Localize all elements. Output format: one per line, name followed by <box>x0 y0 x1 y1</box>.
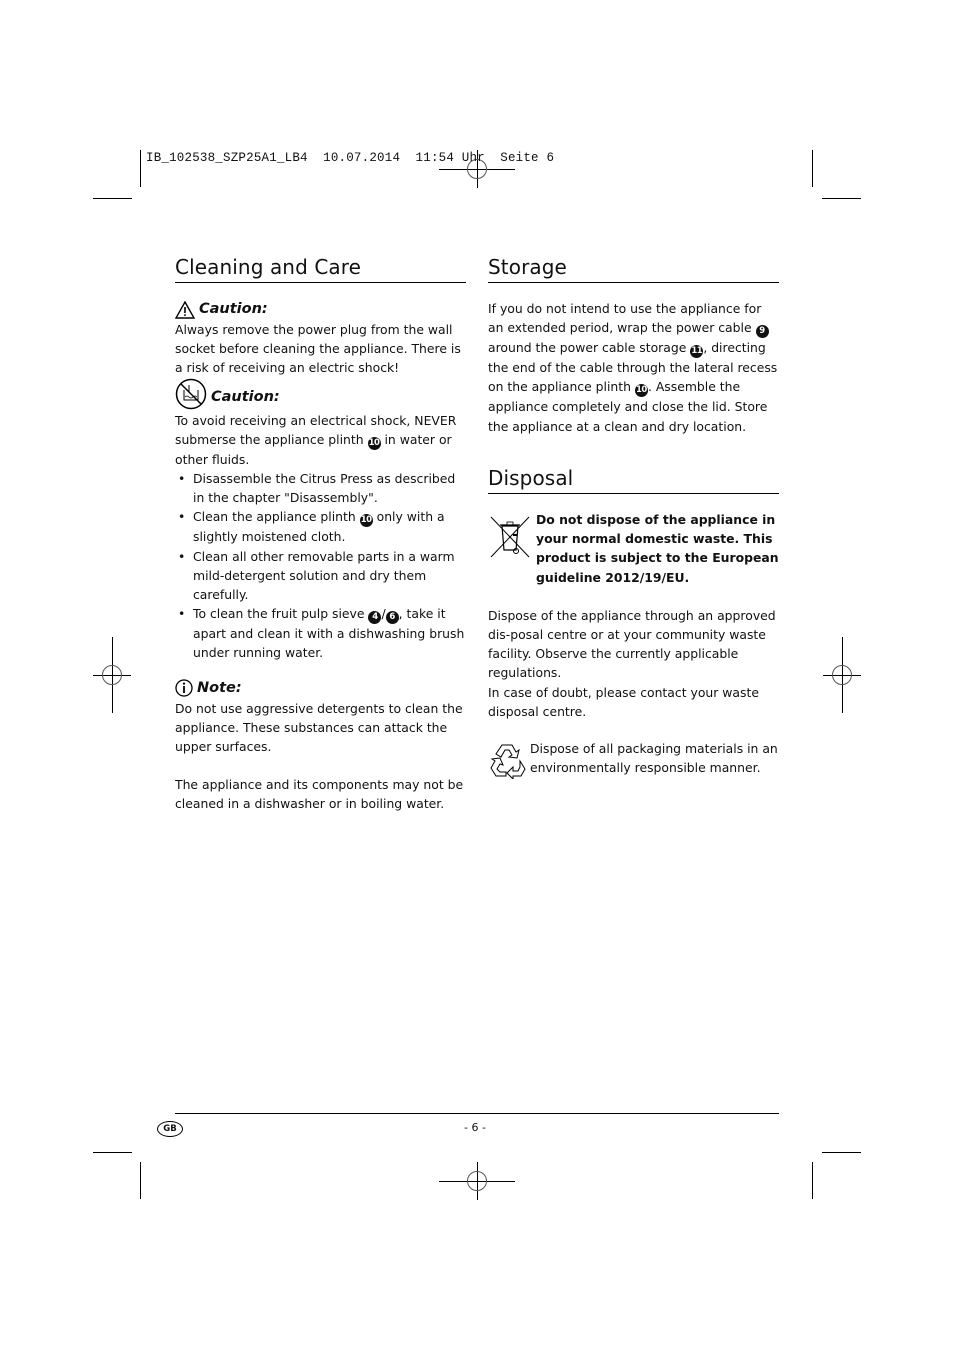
disposal-section: Disposal Do not dispose of the appliance… <box>488 466 779 780</box>
crop-mark <box>93 1152 132 1153</box>
text-segment: / <box>381 606 386 622</box>
caution-label: Caution: <box>211 389 280 406</box>
registration-circle <box>102 665 122 685</box>
part-number-badge: 6 <box>385 611 399 625</box>
page-number: - 6 - <box>464 1121 486 1134</box>
text-segment: To clean the fruit pulp sieve <box>193 606 369 622</box>
list-item: Clean the appliance plinth 10 only with … <box>175 507 466 546</box>
note-text: Do not use aggressive detergents to clea… <box>175 700 463 755</box>
cleaning-steps-list: Disassemble the Citrus Press as describe… <box>175 469 466 663</box>
recycle-text: Dispose of all packaging materials in an… <box>530 741 778 776</box>
caution-label: Caution: <box>199 301 268 318</box>
no-submerge-icon <box>175 378 207 409</box>
caution-text: Always remove the power plug from the wa… <box>175 322 461 376</box>
caution-text: To avoid receiving an electrical shock, … <box>175 411 466 469</box>
note-text: The appliance and its components may not… <box>175 777 464 812</box>
crop-mark <box>812 1162 813 1199</box>
recycle-notice: Dispose of all packaging materials in an… <box>488 739 779 780</box>
print-slug: IB_102538_SZP25A1_LB4 10.07.2014 11:54 U… <box>146 151 555 165</box>
crossed-out-bin-icon <box>490 516 530 558</box>
part-number-badge: 9 <box>755 325 769 339</box>
storage-text: If you do not intend to use the applianc… <box>488 299 779 436</box>
crop-mark <box>822 1152 861 1153</box>
part-number-badge: 4 <box>368 611 382 625</box>
part-number-badge: 11 <box>690 345 704 359</box>
storage-section: Storage If you do not intend to use the … <box>488 255 779 436</box>
crop-mark <box>812 150 813 187</box>
crop-mark <box>822 198 861 199</box>
country-badge: GB <box>157 1121 183 1137</box>
cleaning-and-care-section: Cleaning and Care Caution: Always remove… <box>175 255 466 814</box>
list-item: To clean the fruit pulp sieve 4/6, take … <box>175 604 466 662</box>
disposal-text: Dispose of the appliance through an appr… <box>488 607 776 681</box>
registration-circle <box>467 1171 487 1191</box>
registration-circle <box>832 665 852 685</box>
disposal-text: In case of doubt, please contact your wa… <box>488 684 759 719</box>
part-number-badge: 10 <box>359 514 373 528</box>
list-item: Clean all other removable parts in a war… <box>175 547 466 605</box>
note-heading: Note: <box>175 678 466 699</box>
footer-divider <box>175 1113 779 1114</box>
caution-heading: Caution: <box>175 300 466 320</box>
crop-mark <box>93 198 132 199</box>
text-segment: around the power cable storage <box>488 340 691 356</box>
warning-triangle-icon <box>175 301 195 319</box>
info-icon <box>175 679 193 697</box>
crop-mark <box>140 1162 141 1199</box>
section-title: Cleaning and Care <box>175 255 466 283</box>
text-segment: If you do not intend to use the applianc… <box>488 301 762 336</box>
crop-mark <box>140 150 141 187</box>
weee-notice: Do not dispose of the appliance in your … <box>488 510 779 587</box>
list-item: Disassemble the Citrus Press as describe… <box>175 469 466 507</box>
part-number-badge: 10 <box>634 384 648 398</box>
recycle-icon <box>490 744 526 780</box>
text-segment: Clean the appliance plinth <box>193 509 360 525</box>
weee-text: Do not dispose of the appliance in your … <box>536 512 779 585</box>
caution-heading: Caution: <box>175 378 466 410</box>
section-title: Storage <box>488 255 779 283</box>
note-label: Note: <box>197 679 242 696</box>
part-number-badge: 10 <box>367 436 381 450</box>
section-title: Disposal <box>488 466 779 494</box>
